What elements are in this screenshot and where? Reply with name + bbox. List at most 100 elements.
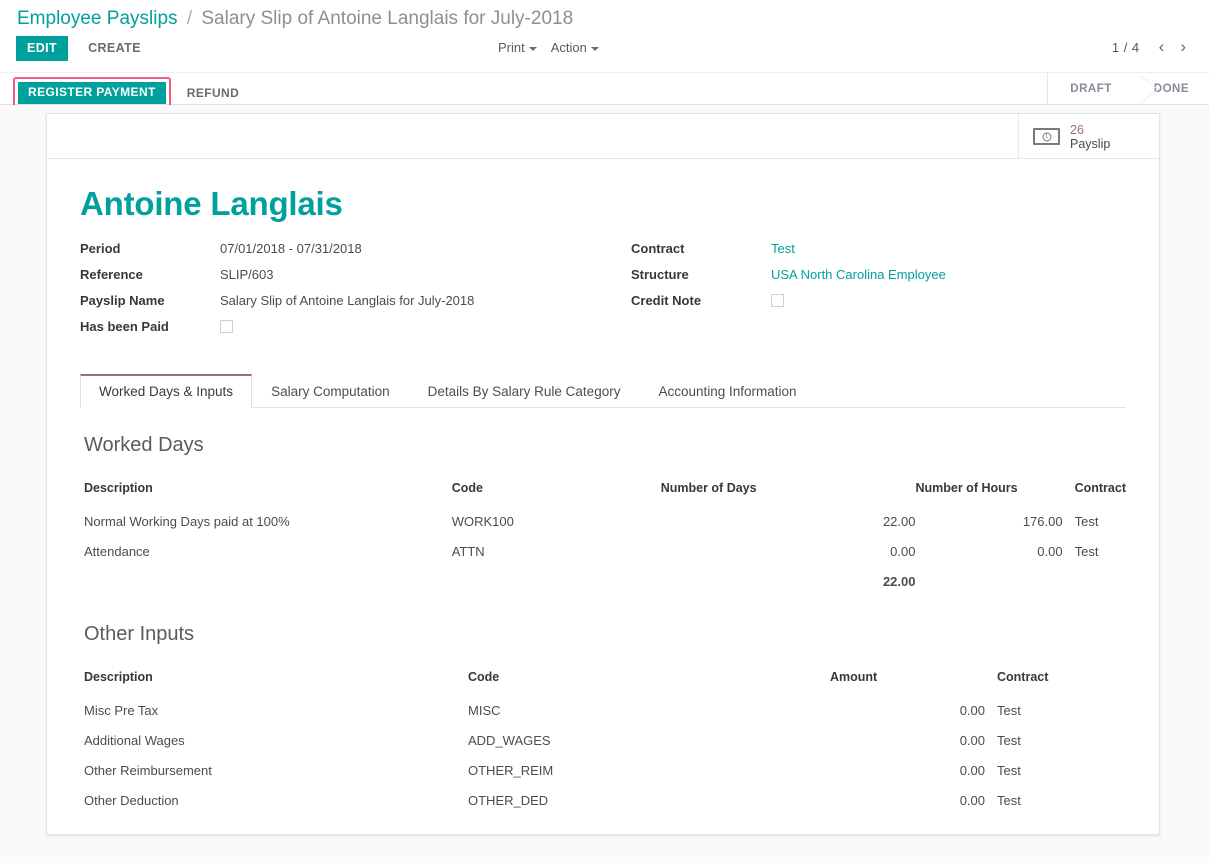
control-panel: Employee Payslips / Salary Slip of Antoi… (0, 0, 1209, 72)
cell-contract: Test (1074, 544, 1099, 559)
worked-days-table: Description Code Number of Days Number o… (80, 481, 1126, 597)
field-label: Period (80, 241, 121, 256)
notebook-tabs: Worked Days & Inputs Salary Computation … (80, 373, 1126, 408)
field-label: Credit Note (631, 293, 702, 308)
stat-button-bar: 1 26 Payslip (47, 114, 1159, 159)
cell-contract: Test (997, 763, 1021, 778)
credit-note-checkbox[interactable] (771, 294, 784, 307)
column-header-contract: Contract (997, 670, 1049, 684)
breadcrumb-current: Salary Slip of Antoine Langlais for July… (201, 8, 574, 29)
action-dropdown[interactable]: Action (551, 40, 599, 55)
breadcrumb-separator: / (186, 8, 193, 29)
cell-description: Additional Wages (84, 733, 185, 748)
payslip-stat-count: 26 (1070, 122, 1084, 137)
control-panel-dropdowns: Print Action (498, 40, 599, 55)
column-header-code: Code (468, 670, 500, 684)
worked-days-total-row: 22.00 (80, 567, 1126, 597)
cell-code: ATTN (451, 544, 485, 559)
print-dropdown[interactable]: Print (498, 40, 537, 55)
cell-description: Other Deduction (84, 793, 179, 808)
cell-contract: Test (997, 733, 1021, 748)
cell-code: OTHER_DED (468, 793, 549, 808)
field-payslip-name: Payslip Name Salary Slip of Antoine Lang… (80, 291, 603, 310)
tab-details-by-salary-rule-category[interactable]: Details By Salary Rule Category (409, 374, 640, 408)
field-period: Period 07/01/2018 - 07/31/2018 (80, 239, 603, 258)
cell-contract: Test (1074, 514, 1099, 529)
field-value: SLIP/603 (220, 267, 274, 282)
cell-contract: Test (997, 703, 1021, 718)
table-row[interactable]: Attendance ATTN 0.00 0.00 Test (80, 537, 1126, 567)
cell-number-of-days: 0.00 (890, 544, 916, 559)
field-structure: Structure USA North Carolina Employee (631, 265, 1126, 284)
table-row[interactable]: Other Reimbursement OTHER_REIM 0.00 Test (80, 756, 1126, 786)
field-has-been-paid: Has been Paid (80, 317, 603, 336)
payslip-stat-text: 26 Payslip (1070, 123, 1110, 151)
money-bill-icon: 1 (1033, 128, 1060, 145)
field-value: 07/01/2018 - 07/31/2018 (220, 241, 362, 256)
cell-number-of-hours: 176.00 (1022, 514, 1063, 529)
other-inputs-title: Other Inputs (84, 623, 195, 645)
field-column-right: Contract Test Structure USA North Caroli… (603, 239, 1126, 343)
cell-amount: 0.00 (959, 703, 985, 718)
structure-link[interactable]: USA North Carolina Employee (771, 265, 946, 284)
status-draft[interactable]: DRAFT (1048, 73, 1131, 105)
field-label: Payslip Name (80, 293, 165, 308)
has-been-paid-checkbox[interactable] (220, 320, 233, 333)
column-header-number-of-days: Number of Days (660, 481, 757, 495)
print-dropdown-label: Print (498, 40, 525, 55)
column-header-description: Description (84, 481, 153, 495)
form-body: Antoine Langlais Period 07/01/2018 - 07/… (47, 159, 1159, 816)
field-contract: Contract Test (631, 239, 1126, 258)
cell-description: Other Reimbursement (84, 763, 212, 778)
record-pager: 1 / 4 ‹ › (1112, 38, 1193, 56)
tab-worked-days-inputs[interactable]: Worked Days & Inputs (80, 374, 253, 408)
register-payment-button[interactable]: REGISTER PAYMENT (18, 82, 166, 104)
table-header-row: Description Code Amount Contract (80, 670, 1126, 696)
breadcrumb: Employee Payslips / Salary Slip of Antoi… (17, 7, 573, 31)
field-label: Structure (631, 267, 689, 282)
breadcrumb-root-link[interactable]: Employee Payslips (17, 8, 178, 29)
cell-description: Attendance (84, 544, 150, 559)
field-label: Has been Paid (80, 319, 169, 334)
table-header-row: Description Code Number of Days Number o… (80, 481, 1126, 507)
pager-previous-button[interactable]: ‹ (1152, 38, 1172, 56)
payslip-form-view: Employee Payslips / Salary Slip of Antoi… (0, 0, 1209, 863)
refund-button[interactable]: REFUND (181, 82, 245, 105)
cell-description: Misc Pre Tax (84, 703, 159, 718)
table-row[interactable]: Normal Working Days paid at 100% WORK100… (80, 507, 1126, 537)
tab-salary-computation[interactable]: Salary Computation (252, 374, 409, 408)
edit-button[interactable]: EDIT (16, 36, 69, 61)
page-title: Antoine Langlais (80, 185, 343, 222)
cell-code: ADD_WAGES (468, 733, 551, 748)
status-bar: DRAFT DONE (1047, 73, 1209, 105)
pager-count: 1 / 4 (1111, 39, 1140, 55)
table-row[interactable]: Additional Wages ADD_WAGES 0.00 Test (80, 726, 1126, 756)
table-row[interactable]: Misc Pre Tax MISC 0.00 Test (80, 696, 1126, 726)
contract-link[interactable]: Test (771, 239, 795, 258)
cell-code: WORK100 (451, 514, 514, 529)
record-action-buttons: EDIT CREATE (16, 36, 147, 61)
field-value: Salary Slip of Antoine Langlais for July… (220, 293, 475, 308)
cell-contract: Test (997, 793, 1021, 808)
cell-number-of-hours: 0.00 (1037, 544, 1063, 559)
column-header-description: Description (84, 670, 153, 684)
create-button[interactable]: CREATE (82, 36, 147, 61)
total-number-of-days: 22.00 (882, 574, 916, 589)
pager-next-button[interactable]: › (1173, 38, 1193, 56)
payslip-stat-button[interactable]: 1 26 Payslip (1018, 114, 1159, 159)
field-label: Reference (80, 267, 143, 282)
chevron-down-icon (590, 46, 599, 51)
workflow-bar: REGISTER PAYMENT REFUND DRAFT DONE (0, 72, 1209, 109)
column-header-contract: Contract (1074, 481, 1126, 495)
field-label: Contract (631, 241, 685, 256)
table-row[interactable]: Other Deduction OTHER_DED 0.00 Test (80, 786, 1126, 816)
field-credit-note: Credit Note (631, 291, 1126, 310)
field-reference: Reference SLIP/603 (80, 265, 603, 284)
worked-days-title: Worked Days (84, 434, 204, 456)
payslip-stat-label: Payslip (1070, 136, 1111, 151)
status-done[interactable]: DONE (1132, 73, 1209, 105)
cell-code: MISC (468, 703, 501, 718)
cell-amount: 0.00 (959, 763, 985, 778)
cell-amount: 0.00 (959, 793, 985, 808)
tab-accounting-information[interactable]: Accounting Information (639, 374, 815, 408)
